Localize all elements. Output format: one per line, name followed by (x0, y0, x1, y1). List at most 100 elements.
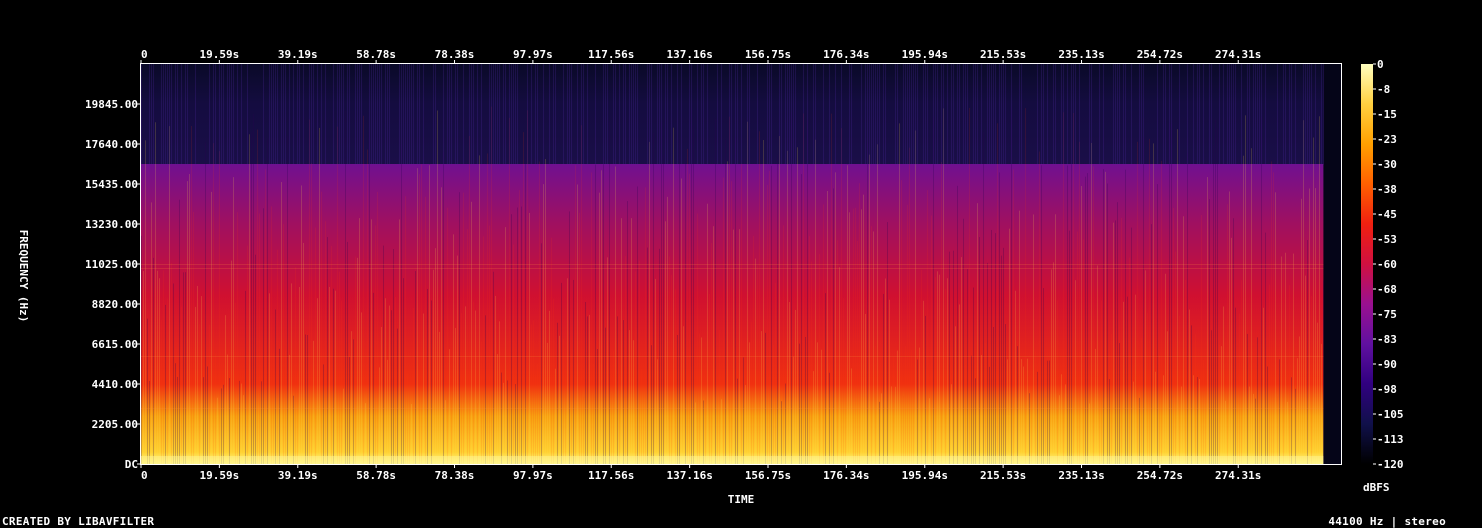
spectral-streak (707, 203, 708, 464)
spectral-streak (165, 304, 166, 464)
hf-streak (917, 64, 918, 165)
spectral-streak (881, 393, 882, 464)
colorbar-tick-label: -53 (1377, 233, 1397, 246)
spectral-streak (183, 272, 184, 464)
hf-streak (167, 64, 168, 165)
spectral-streak (791, 112, 792, 464)
spectral-streak (1069, 230, 1070, 464)
hf-streak (1231, 64, 1232, 165)
colorbar-tick-label: 0 (1377, 58, 1384, 71)
spectral-streak (295, 267, 296, 464)
spectral-streak (1097, 265, 1098, 464)
hf-streak (443, 64, 444, 165)
colorbar-label: dBFS (1363, 481, 1390, 494)
hf-streak (503, 64, 504, 165)
spectral-streak (921, 269, 922, 464)
spectral-streak (499, 321, 500, 464)
spectral-streak (315, 227, 316, 464)
hf-streak (423, 64, 424, 165)
hf-streak (1219, 64, 1220, 165)
hf-streak (943, 64, 944, 165)
spectral-streak (223, 384, 224, 464)
spectral-streak (815, 139, 816, 464)
hf-streak (303, 64, 304, 165)
hf-streak (549, 64, 550, 165)
x-tick-label-bottom: 58.78s (356, 469, 396, 482)
hf-streak (681, 64, 682, 165)
spectral-streak (313, 340, 314, 464)
colorbar-tick-label: -113 (1377, 433, 1404, 446)
hf-streak (447, 64, 448, 165)
spectral-streak (737, 378, 738, 464)
colorbar-tick-label: -8 (1377, 83, 1390, 96)
spectral-streak (173, 283, 174, 464)
hf-streak (933, 64, 934, 165)
spectral-streak (211, 191, 212, 464)
hf-streak (275, 64, 276, 165)
spectral-streak (477, 403, 478, 464)
spectral-streak (403, 278, 404, 464)
hf-streak (951, 64, 952, 165)
spectral-streak (629, 330, 630, 464)
hf-streak (957, 64, 958, 165)
spectral-streak (991, 229, 992, 464)
hf-streak (493, 64, 494, 165)
spectral-streak (585, 301, 586, 464)
spectral-streak (1037, 371, 1038, 464)
spectral-streak (1049, 360, 1050, 464)
spectral-streak (399, 219, 400, 464)
spectral-streak (951, 384, 952, 464)
hf-streak (613, 64, 614, 165)
spectral-streak (413, 308, 414, 464)
hf-streak (835, 64, 836, 165)
hf-streak (481, 64, 482, 165)
hf-streak (1021, 64, 1022, 165)
hf-streak (141, 64, 142, 165)
spectral-streak (1285, 252, 1286, 464)
hf-streak (749, 64, 750, 165)
spectral-streak (423, 313, 424, 464)
hf-streak (989, 64, 990, 165)
hf-streak (375, 64, 376, 165)
spectral-streak (925, 315, 926, 464)
spectral-streak (1101, 300, 1102, 464)
spectral-streak (1267, 366, 1268, 464)
spectral-streak (343, 388, 344, 464)
hf-streak (1247, 64, 1248, 165)
spectral-streak (479, 155, 480, 464)
x-tick-label-bottom: 117.56s (588, 469, 634, 482)
spectral-streak (741, 163, 742, 464)
spectral-streak (461, 312, 462, 464)
spectral-streak (719, 329, 720, 464)
spectral-streak (1273, 172, 1274, 464)
spectral-streak (695, 402, 696, 464)
spectral-streak (1107, 183, 1108, 464)
hf-streak (625, 64, 626, 165)
hf-streak (629, 64, 630, 165)
spectral-streak (317, 298, 318, 464)
hf-streak (1229, 64, 1230, 165)
hf-streak (1047, 64, 1048, 165)
spectral-streak (759, 131, 760, 464)
spectral-streak (1005, 324, 1006, 464)
hf-streak (497, 64, 498, 165)
spectral-streak (935, 277, 936, 464)
hf-streak (341, 64, 342, 165)
spectral-streak (269, 293, 270, 464)
hf-streak (877, 64, 878, 165)
spectral-streak (1269, 284, 1270, 464)
spectral-streak (1279, 359, 1280, 464)
hf-streak (237, 64, 238, 165)
spectral-streak (1055, 214, 1056, 464)
spectral-streak (971, 355, 972, 464)
spectral-streak (833, 188, 834, 464)
hf-streak (757, 64, 758, 165)
spectral-streak (915, 130, 916, 464)
hf-streak (803, 64, 804, 165)
spectral-streak (669, 256, 670, 464)
spectral-streak (1253, 393, 1254, 464)
spectral-streak (715, 118, 716, 464)
spectral-streak (747, 121, 748, 464)
spectral-streak (593, 363, 594, 464)
hf-streak (999, 64, 1000, 165)
